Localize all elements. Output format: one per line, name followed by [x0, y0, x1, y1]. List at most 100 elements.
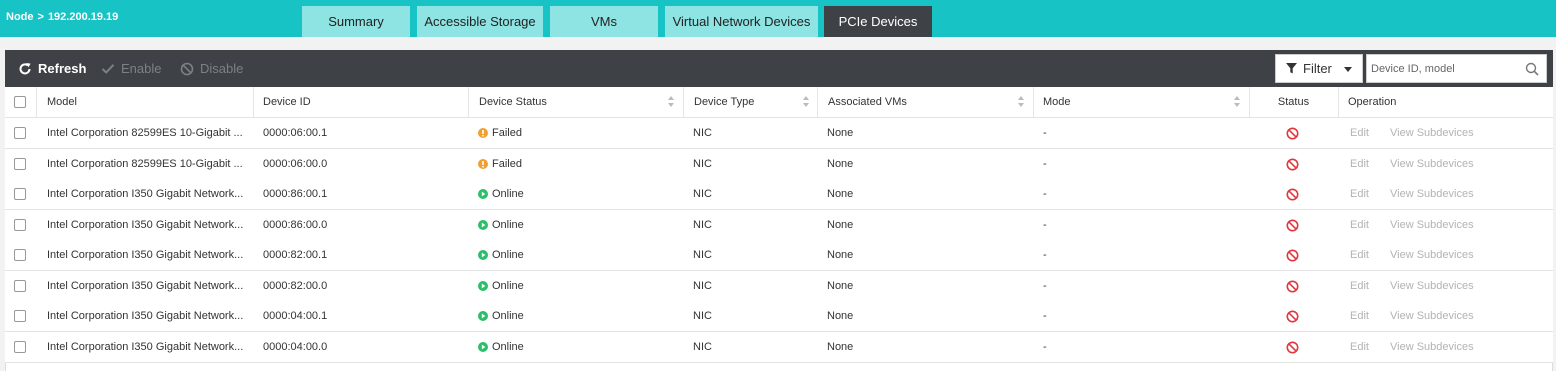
view-subdevices-link[interactable]: View Subdevices	[1390, 271, 1474, 301]
mode-cell: -	[1043, 219, 1047, 231]
row-checkbox[interactable]	[14, 158, 26, 170]
filter-label: Filter	[1303, 61, 1332, 76]
view-subdevices-link[interactable]: View Subdevices	[1390, 118, 1474, 148]
prohibited-icon	[1286, 158, 1299, 170]
ban-icon	[180, 62, 194, 75]
table-row: Intel Corporation I350 Gigabit Network..…	[5, 332, 1553, 363]
device-type-cell: NIC	[693, 310, 712, 322]
prohibited-icon	[1286, 188, 1299, 200]
view-subdevices-link[interactable]: View Subdevices	[1390, 301, 1474, 331]
model-cell: Intel Corporation I350 Gigabit Network..…	[47, 249, 244, 261]
table-row: Intel Corporation I350 Gigabit Network..…	[5, 271, 1553, 302]
device-status-cell: Failed	[478, 118, 522, 148]
search-input[interactable]	[1371, 61, 1521, 77]
refresh-icon	[19, 62, 31, 74]
table-row: Intel Corporation 82599ES 10-Gigabit ...…	[5, 149, 1553, 180]
device-status-cell: Online	[478, 271, 524, 301]
play-icon	[478, 342, 488, 352]
breadcrumb-separator: >	[37, 11, 44, 23]
view-subdevices-link[interactable]: View Subdevices	[1390, 210, 1474, 240]
row-checkbox[interactable]	[14, 219, 26, 231]
device-status-text: Failed	[492, 158, 522, 170]
edit-link[interactable]: Edit	[1350, 179, 1369, 209]
row-checkbox[interactable]	[14, 127, 26, 139]
device-id-cell: 0000:04:00.0	[263, 341, 328, 353]
disable-button[interactable]: Disable	[180, 50, 243, 87]
edit-link[interactable]: Edit	[1350, 271, 1369, 301]
sort-icon[interactable]	[803, 96, 810, 108]
sort-icon[interactable]	[1234, 96, 1241, 108]
row-checkbox[interactable]	[14, 310, 26, 322]
row-checkbox[interactable]	[14, 249, 26, 261]
mode-cell: -	[1043, 127, 1047, 139]
breadcrumb-root[interactable]: Node	[6, 11, 34, 23]
search-box	[1366, 54, 1547, 83]
edit-link[interactable]: Edit	[1350, 118, 1369, 148]
device-id-cell: 0000:06:00.1	[263, 127, 328, 139]
associated-vms-cell: None	[827, 127, 854, 139]
device-id-cell: 0000:86:00.1	[263, 188, 328, 200]
sort-icon[interactable]	[668, 96, 675, 108]
view-subdevices-link[interactable]: View Subdevices	[1390, 149, 1474, 179]
status-cell	[1286, 332, 1299, 362]
model-cell: Intel Corporation I350 Gigabit Network..…	[47, 280, 244, 292]
mode-cell: -	[1043, 310, 1047, 322]
column-header-mode[interactable]: Mode	[1043, 87, 1071, 117]
tab-virtual-network-devices[interactable]: Virtual Network Devices	[665, 6, 818, 37]
view-subdevices-link[interactable]: View Subdevices	[1390, 240, 1474, 270]
device-status-text: Online	[492, 188, 524, 200]
tab-summary[interactable]: Summary	[302, 6, 410, 37]
sort-icon[interactable]	[1018, 96, 1025, 108]
table-header: Model Device ID Device Status Device Typ…	[5, 87, 1553, 118]
device-status-text: Failed	[492, 127, 522, 139]
column-header-model[interactable]: Model	[47, 87, 77, 117]
column-header-device-status[interactable]: Device Status	[479, 87, 547, 117]
edit-link[interactable]: Edit	[1350, 332, 1369, 362]
row-checkbox[interactable]	[14, 341, 26, 353]
associated-vms-cell: None	[827, 341, 854, 353]
status-cell	[1286, 118, 1299, 148]
associated-vms-cell: None	[827, 280, 854, 292]
device-type-cell: NIC	[693, 219, 712, 231]
exclamation-icon	[478, 128, 488, 138]
select-all-checkbox[interactable]	[14, 96, 26, 108]
play-icon	[478, 311, 488, 321]
view-subdevices-link[interactable]: View Subdevices	[1390, 179, 1474, 209]
column-divider	[253, 87, 254, 117]
device-status-text: Online	[492, 219, 524, 231]
play-icon	[478, 220, 488, 230]
status-cell	[1286, 179, 1299, 209]
edit-link[interactable]: Edit	[1350, 149, 1369, 179]
tab-accessible-storage[interactable]: Accessible Storage	[417, 6, 543, 37]
table-row: Intel Corporation I350 Gigabit Network..…	[5, 179, 1553, 210]
filter-dropdown[interactable]: Filter	[1275, 54, 1363, 83]
column-header-associated-vms[interactable]: Associated VMs	[828, 87, 907, 117]
device-status-text: Online	[492, 280, 524, 292]
row-checkbox[interactable]	[14, 188, 26, 200]
associated-vms-cell: None	[827, 158, 854, 170]
device-type-cell: NIC	[693, 249, 712, 261]
device-type-cell: NIC	[693, 188, 712, 200]
search-icon[interactable]	[1525, 62, 1539, 76]
associated-vms-cell: None	[827, 219, 854, 231]
tab-pcie-devices[interactable]: PCIe Devices	[824, 6, 932, 37]
model-cell: Intel Corporation I350 Gigabit Network..…	[47, 310, 244, 322]
table-row: Intel Corporation 82599ES 10-Gigabit ...…	[5, 118, 1553, 149]
edit-link[interactable]: Edit	[1350, 210, 1369, 240]
view-subdevices-link[interactable]: View Subdevices	[1390, 332, 1474, 362]
edit-link[interactable]: Edit	[1350, 301, 1369, 331]
mode-cell: -	[1043, 341, 1047, 353]
status-cell	[1286, 149, 1299, 179]
edit-link[interactable]: Edit	[1350, 240, 1369, 270]
enable-button[interactable]: Enable	[101, 50, 161, 87]
prohibited-icon	[1286, 280, 1299, 292]
column-header-device-type[interactable]: Device Type	[694, 87, 754, 117]
mode-cell: -	[1043, 188, 1047, 200]
column-divider	[683, 87, 684, 117]
column-header-device-id[interactable]: Device ID	[263, 87, 311, 117]
row-checkbox[interactable]	[14, 280, 26, 292]
model-cell: Intel Corporation I350 Gigabit Network..…	[47, 341, 244, 353]
tab-vms[interactable]: VMs	[550, 6, 658, 37]
refresh-button[interactable]: Refresh	[18, 50, 86, 87]
column-header-status: Status	[1277, 96, 1310, 108]
